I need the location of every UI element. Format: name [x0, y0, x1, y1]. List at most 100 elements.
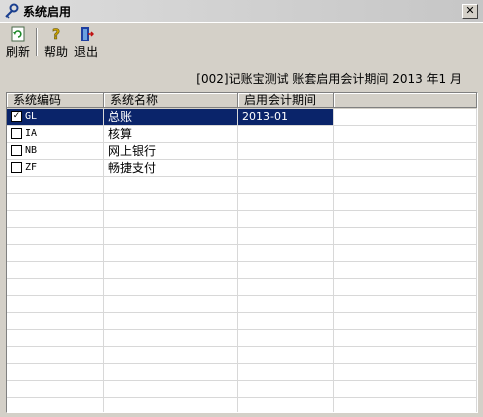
empty-cell — [7, 364, 104, 381]
enable-period-cell — [238, 126, 334, 143]
refresh-icon — [11, 26, 25, 42]
system-name-cell: 核算 — [104, 126, 238, 143]
system-code: GL — [25, 111, 38, 122]
empty-row — [7, 364, 477, 381]
close-button[interactable]: ✕ — [462, 4, 478, 19]
empty-cell — [104, 228, 238, 245]
empty-row — [7, 313, 477, 330]
empty-cell — [104, 347, 238, 364]
table-header: 系统编码 系统名称 启用会计期间 — [7, 93, 477, 109]
empty-row — [7, 262, 477, 279]
empty-cell — [104, 262, 238, 279]
empty-cell — [238, 279, 334, 296]
key-icon — [5, 3, 19, 19]
empty-cell — [334, 313, 477, 330]
system-name-cell: 畅捷支付 — [104, 160, 238, 177]
blank-cell — [334, 109, 477, 126]
help-label: 帮助 — [43, 45, 68, 59]
checkbox[interactable] — [11, 161, 22, 173]
enable-period-cell — [238, 143, 334, 160]
empty-row — [7, 211, 477, 228]
system-code-cell: ✓ GL — [7, 109, 104, 126]
empty-cell — [334, 296, 477, 313]
empty-cell — [334, 262, 477, 279]
empty-cell — [104, 194, 238, 211]
empty-cell — [238, 313, 334, 330]
checkbox[interactable] — [11, 127, 22, 139]
exit-door-icon — [81, 27, 94, 41]
empty-cell — [7, 313, 104, 330]
empty-cell — [238, 194, 334, 211]
system-code: NB — [25, 145, 38, 156]
table-row[interactable]: ✓ GL 总账 2013-01 — [7, 109, 477, 126]
blank-cell — [334, 126, 477, 143]
empty-cell — [7, 279, 104, 296]
column-header-blank — [334, 93, 477, 108]
empty-cell — [7, 381, 104, 398]
empty-cell — [334, 330, 477, 347]
empty-cell — [238, 245, 334, 262]
empty-row — [7, 228, 477, 245]
empty-cell — [334, 364, 477, 381]
close-icon: ✕ — [465, 4, 475, 17]
exit-button[interactable]: 退出 — [72, 24, 100, 60]
empty-cell — [7, 347, 104, 364]
empty-cell — [334, 398, 477, 412]
empty-cell — [7, 330, 104, 347]
empty-cell — [238, 211, 334, 228]
empty-cell — [7, 194, 104, 211]
empty-cell — [104, 364, 238, 381]
enable-period-cell[interactable]: 2013-01 — [238, 109, 334, 126]
empty-cell — [238, 228, 334, 245]
account-period-info: [002]记账宝测试 账套启用会计期间 2013 年1 月 — [196, 72, 462, 86]
empty-row — [7, 194, 477, 211]
refresh-button[interactable]: 刷新 — [4, 24, 32, 60]
empty-row — [7, 347, 477, 364]
blank-cell — [334, 160, 477, 177]
empty-row — [7, 398, 477, 412]
blank-cell — [334, 143, 477, 160]
checkbox-checked[interactable]: ✓ — [11, 110, 22, 122]
empty-cell — [238, 296, 334, 313]
systems-table: 系统编码 系统名称 启用会计期间 ✓ GL 总账 2013-01 IA 核算 NB 网上银行 Z… — [6, 92, 478, 413]
empty-cell — [7, 262, 104, 279]
column-header-name[interactable]: 系统名称 — [104, 93, 238, 108]
table-row[interactable]: IA 核算 — [7, 126, 477, 143]
table-row[interactable]: NB 网上银行 — [7, 143, 477, 160]
system-code: ZF — [25, 162, 38, 173]
empty-cell — [334, 228, 477, 245]
empty-cell — [7, 228, 104, 245]
svg-text:?: ? — [52, 27, 60, 42]
table-row[interactable]: ZF 畅捷支付 — [7, 160, 477, 177]
system-name-cell: 网上银行 — [104, 143, 238, 160]
empty-cell — [104, 313, 238, 330]
system-code-cell: IA — [7, 126, 104, 143]
toolbar-separator — [36, 28, 38, 56]
empty-cell — [104, 398, 238, 412]
empty-cell — [104, 330, 238, 347]
empty-cell — [7, 296, 104, 313]
column-header-code[interactable]: 系统编码 — [7, 93, 104, 108]
empty-cell — [238, 330, 334, 347]
empty-row — [7, 330, 477, 347]
empty-cell — [334, 381, 477, 398]
enable-period-cell — [238, 160, 334, 177]
empty-cell — [334, 177, 477, 194]
system-code: IA — [25, 128, 38, 139]
empty-row — [7, 245, 477, 262]
checkbox[interactable] — [11, 144, 22, 156]
empty-cell — [238, 398, 334, 412]
empty-cell — [238, 262, 334, 279]
empty-row — [7, 296, 477, 313]
empty-cell — [334, 211, 477, 228]
column-header-period[interactable]: 启用会计期间 — [238, 93, 334, 108]
empty-row — [7, 177, 477, 194]
system-name-cell: 总账 — [104, 109, 238, 126]
empty-cell — [334, 279, 477, 296]
empty-cell — [7, 245, 104, 262]
empty-cell — [104, 211, 238, 228]
empty-cell — [7, 398, 104, 412]
empty-cell — [238, 177, 334, 194]
help-button[interactable]: ? 帮助 — [42, 24, 70, 60]
window-title: 系统启用 — [23, 5, 72, 19]
